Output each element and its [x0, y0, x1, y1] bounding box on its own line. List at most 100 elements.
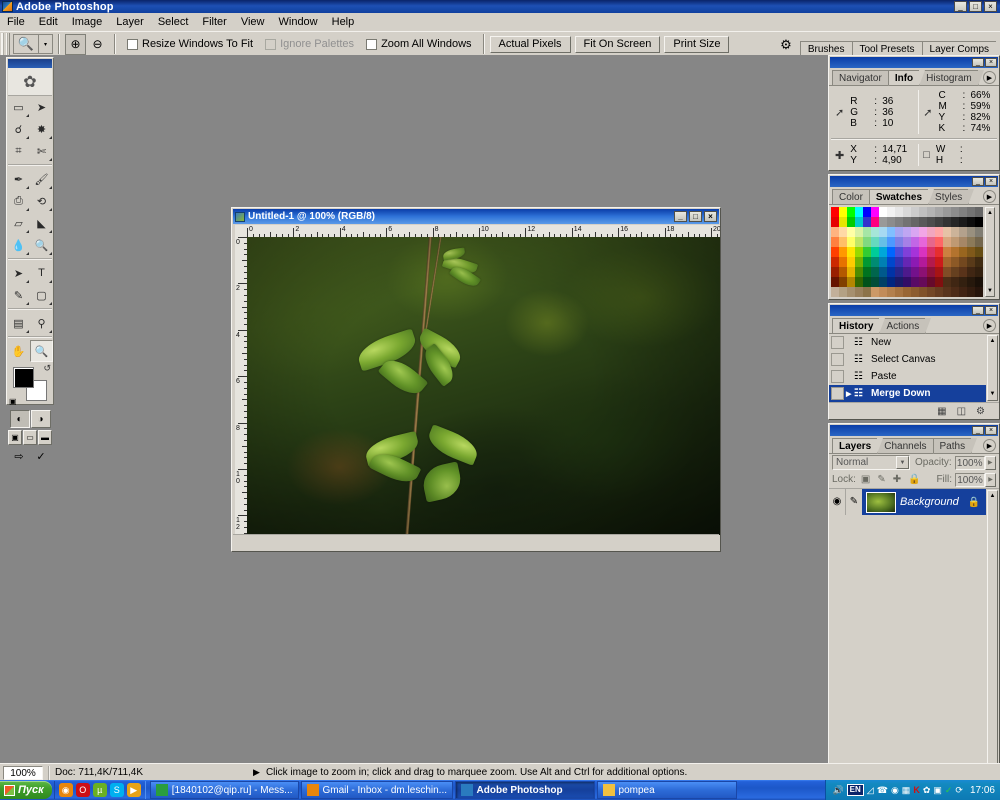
color-swatch[interactable]	[831, 257, 839, 267]
color-swatch[interactable]	[927, 247, 935, 257]
actual-pixels-button[interactable]: Actual Pixels	[489, 35, 571, 53]
sound-icon[interactable]: ◉	[891, 785, 899, 796]
color-swatch[interactable]	[871, 267, 879, 277]
color-swatch[interactable]	[887, 277, 895, 287]
color-swatch[interactable]	[919, 277, 927, 287]
tab-color[interactable]: Color	[832, 189, 875, 205]
color-swatch[interactable]	[943, 267, 951, 277]
color-swatch[interactable]	[975, 217, 983, 227]
color-swatch[interactable]	[927, 287, 935, 297]
slice-tool[interactable]: ✄	[30, 140, 53, 162]
color-swatch[interactable]	[959, 247, 967, 257]
color-swatch[interactable]	[839, 237, 847, 247]
color-swatch[interactable]	[887, 267, 895, 277]
color-swatch[interactable]	[967, 287, 975, 297]
color-swatch[interactable]	[951, 217, 959, 227]
menu-filter[interactable]: Filter	[195, 14, 233, 30]
color-swatch[interactable]	[887, 287, 895, 297]
tab-history[interactable]: History	[832, 318, 886, 334]
color-swatch[interactable]	[927, 217, 935, 227]
color-swatch[interactable]	[895, 247, 903, 257]
color-swatch[interactable]	[863, 277, 871, 287]
color-swatch[interactable]	[839, 287, 847, 297]
blend-mode-select[interactable]: Normal ▼	[832, 455, 910, 470]
color-swatch[interactable]	[903, 287, 911, 297]
color-swatch[interactable]	[895, 287, 903, 297]
healing-brush-tool[interactable]: ✒	[7, 168, 30, 190]
color-swatch[interactable]	[919, 247, 927, 257]
color-swatch[interactable]	[863, 257, 871, 267]
color-swatch[interactable]	[879, 267, 887, 277]
panel-menu-icon[interactable]: ▶	[983, 190, 996, 203]
color-swatch[interactable]	[831, 217, 839, 227]
layer-thumbnail[interactable]	[866, 491, 896, 513]
layers-scrollbar[interactable]: ▲ ▼	[987, 490, 998, 789]
color-swatch[interactable]	[895, 237, 903, 247]
color-swatch[interactable]	[879, 257, 887, 267]
well-tab-layer-comps[interactable]: Layer Comps	[921, 41, 1000, 57]
document-maximize-button[interactable]: □	[689, 211, 702, 222]
zoom-level-input[interactable]: 100%	[3, 765, 43, 780]
minimize-button[interactable]: _	[954, 1, 967, 12]
color-swatch[interactable]	[927, 277, 935, 287]
color-swatch[interactable]	[855, 207, 863, 217]
color-swatch[interactable]	[935, 217, 943, 227]
color-swatch[interactable]	[975, 277, 983, 287]
document-minimize-button[interactable]: _	[674, 211, 687, 222]
history-snapshot-source-box[interactable]	[831, 336, 844, 349]
color-swatch[interactable]	[927, 237, 935, 247]
color-swatch[interactable]	[959, 227, 967, 237]
history-close-button[interactable]: ×	[985, 306, 997, 315]
lock-position-icon[interactable]: ✚	[893, 474, 901, 485]
tab-paths[interactable]: Paths	[932, 438, 977, 454]
history-state-row[interactable]: ☷ Paste	[829, 368, 986, 385]
color-swatch[interactable]	[871, 217, 879, 227]
network-icon[interactable]: ◿	[867, 785, 874, 796]
color-swatch[interactable]	[919, 217, 927, 227]
scroll-down-icon[interactable]: ▼	[988, 389, 997, 400]
taskbar-window-button[interactable]: Adobe Photoshop	[454, 781, 595, 799]
tab-navigator[interactable]: Navigator	[832, 70, 894, 86]
layers-palette-title-bar[interactable]: _ ×	[830, 425, 998, 436]
color-swatch[interactable]	[847, 247, 855, 257]
color-swatch[interactable]	[895, 257, 903, 267]
history-palette-title-bar[interactable]: _ ×	[830, 305, 998, 316]
color-swatch[interactable]	[847, 227, 855, 237]
color-swatch[interactable]	[871, 227, 879, 237]
dodge-tool[interactable]: 🔍	[30, 234, 53, 256]
color-swatch[interactable]	[967, 277, 975, 287]
history-state-row[interactable]: ▶ ☷ Merge Down	[829, 385, 986, 402]
color-swatch[interactable]	[935, 247, 943, 257]
zoom-all-windows-checkbox[interactable]: Zoom All Windows	[366, 38, 472, 50]
color-swatch[interactable]	[919, 267, 927, 277]
color-swatch[interactable]	[863, 237, 871, 247]
swatches-close-button[interactable]: ×	[985, 177, 997, 186]
menu-window[interactable]: Window	[272, 14, 325, 30]
menu-image[interactable]: Image	[65, 14, 110, 30]
color-swatch[interactable]	[943, 287, 951, 297]
options-bar-grip[interactable]	[1, 33, 10, 55]
color-swatch[interactable]	[879, 237, 887, 247]
panel-menu-icon[interactable]: ▶	[983, 439, 996, 452]
color-swatch[interactable]	[895, 217, 903, 227]
scroll-up-icon[interactable]: ▲	[988, 491, 997, 502]
shape-tool[interactable]: ▢	[30, 284, 53, 306]
system-clock[interactable]: 17:06	[970, 785, 995, 796]
color-swatch[interactable]	[887, 237, 895, 247]
color-swatch[interactable]	[879, 217, 887, 227]
color-swatch[interactable]	[927, 207, 935, 217]
color-swatch[interactable]	[839, 247, 847, 257]
color-swatch[interactable]	[951, 207, 959, 217]
firefox-icon[interactable]: ◉	[58, 783, 73, 797]
color-swatch[interactable]	[895, 207, 903, 217]
color-swatch[interactable]	[847, 217, 855, 227]
menu-edit[interactable]: Edit	[32, 14, 65, 30]
color-swatch[interactable]	[967, 257, 975, 267]
color-swatch[interactable]	[951, 247, 959, 257]
volume-icon[interactable]: 🔊	[832, 785, 843, 796]
toolbox-title-bar[interactable]	[8, 59, 52, 68]
color-swatch[interactable]	[879, 287, 887, 297]
info-minimize-button[interactable]: _	[972, 58, 984, 67]
color-swatch[interactable]	[911, 287, 919, 297]
color-swatch[interactable]	[879, 247, 887, 257]
